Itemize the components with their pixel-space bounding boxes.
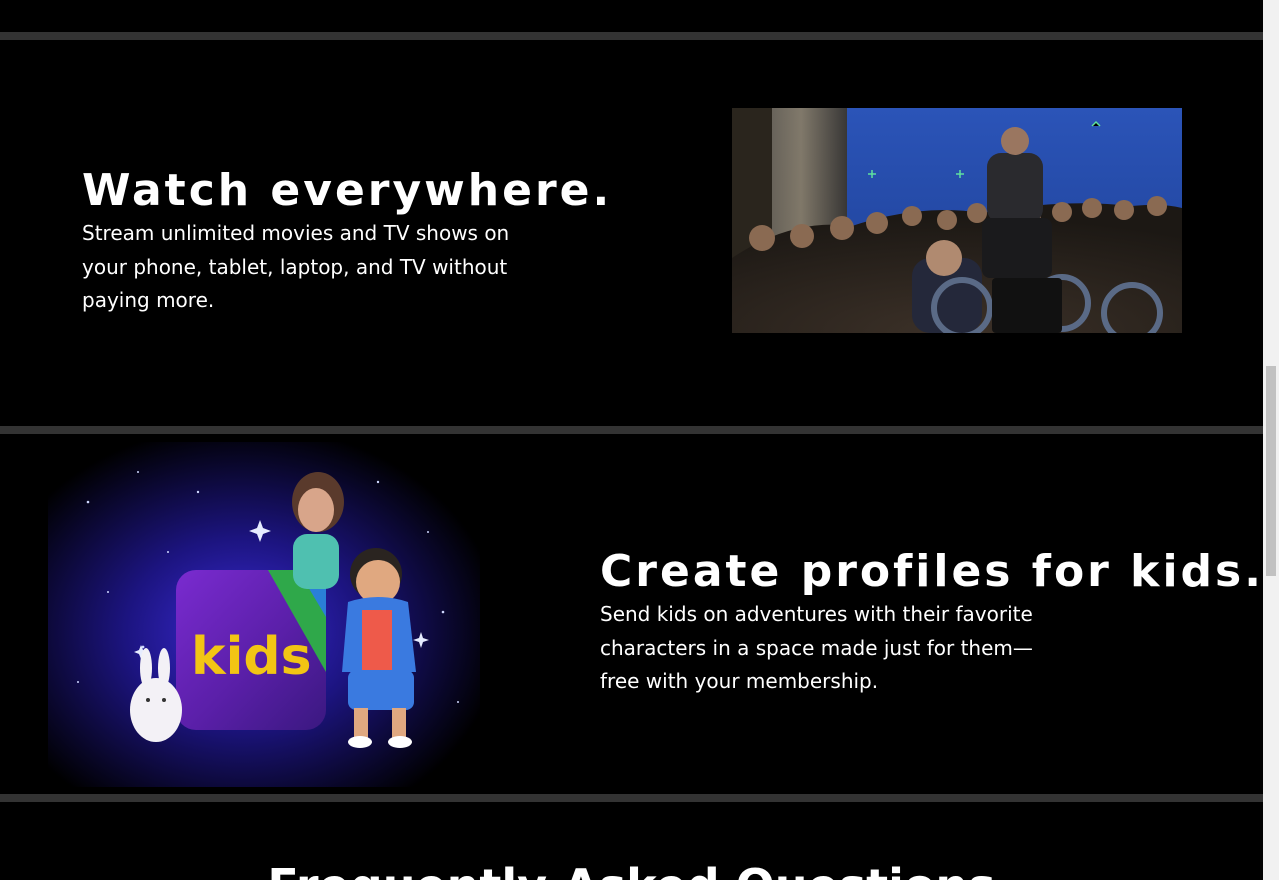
section-divider <box>0 794 1263 802</box>
kids-characters-illustration: kids <box>48 442 480 787</box>
kids-profiles-heading: Create profiles for kids. <box>600 546 1264 597</box>
watch-everywhere-section: Watch everywhere. Stream unlimited movie… <box>0 40 1263 426</box>
kids-badge-text: kids <box>191 627 312 687</box>
film-set-illustration <box>732 108 1182 333</box>
kids-profiles-section: kids Create profiles for kids. Send kids… <box>0 434 1263 794</box>
page-scrollbar[interactable] <box>1263 0 1279 880</box>
scrollbar-thumb[interactable] <box>1266 366 1276 576</box>
film-set-image <box>732 108 1182 333</box>
kids-profiles-description: Send kids on adventures with their favor… <box>600 602 1033 693</box>
watch-everywhere-description: Stream unlimited movies and TV shows on … <box>82 221 510 312</box>
viewport: Watch everywhere. Stream unlimited movie… <box>0 0 1279 880</box>
faq-heading: Frequently Asked Questions <box>0 858 1263 880</box>
section-divider <box>0 32 1263 40</box>
watch-everywhere-heading: Watch everywhere. <box>82 165 613 216</box>
kids-illustration: kids <box>48 442 480 787</box>
section-divider <box>0 426 1263 434</box>
page: Watch everywhere. Stream unlimited movie… <box>0 0 1263 880</box>
